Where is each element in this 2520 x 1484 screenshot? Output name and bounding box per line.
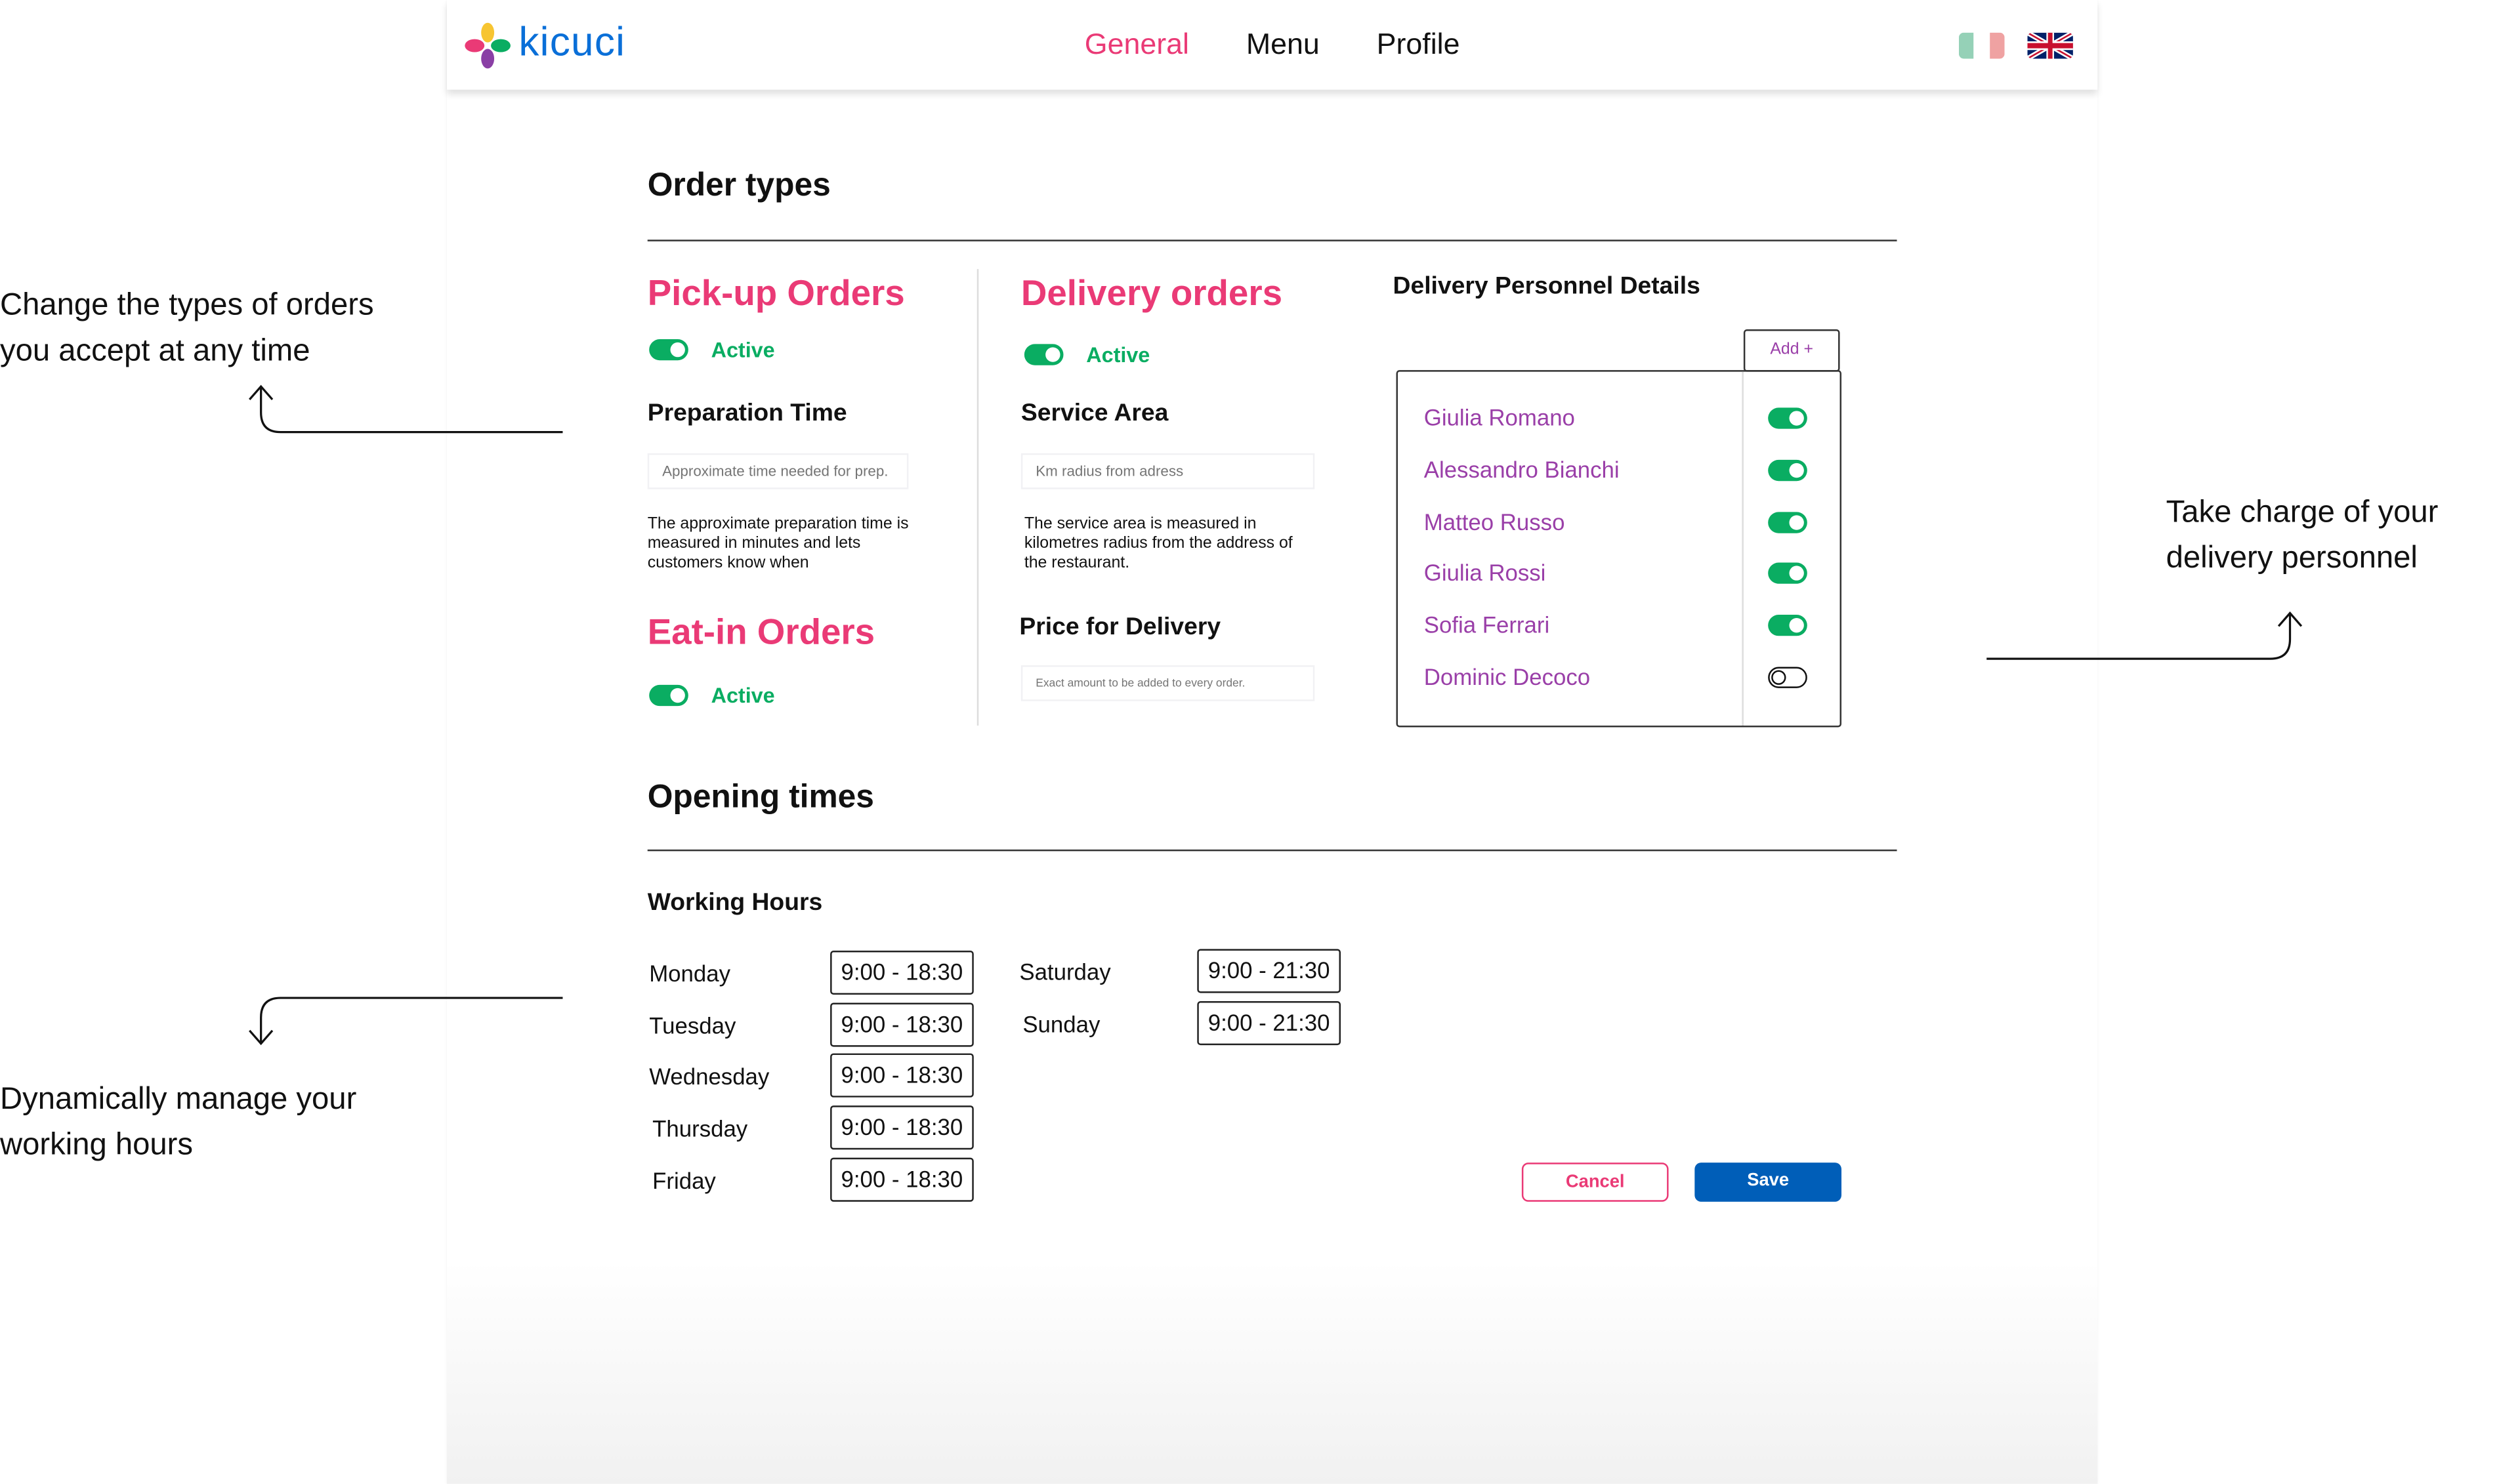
annotation-arrows [249, 384, 2303, 1046]
arrow-up-icon [249, 384, 563, 434]
arrow-down-icon [249, 997, 563, 1046]
arrow-up-icon [1986, 611, 2303, 660]
